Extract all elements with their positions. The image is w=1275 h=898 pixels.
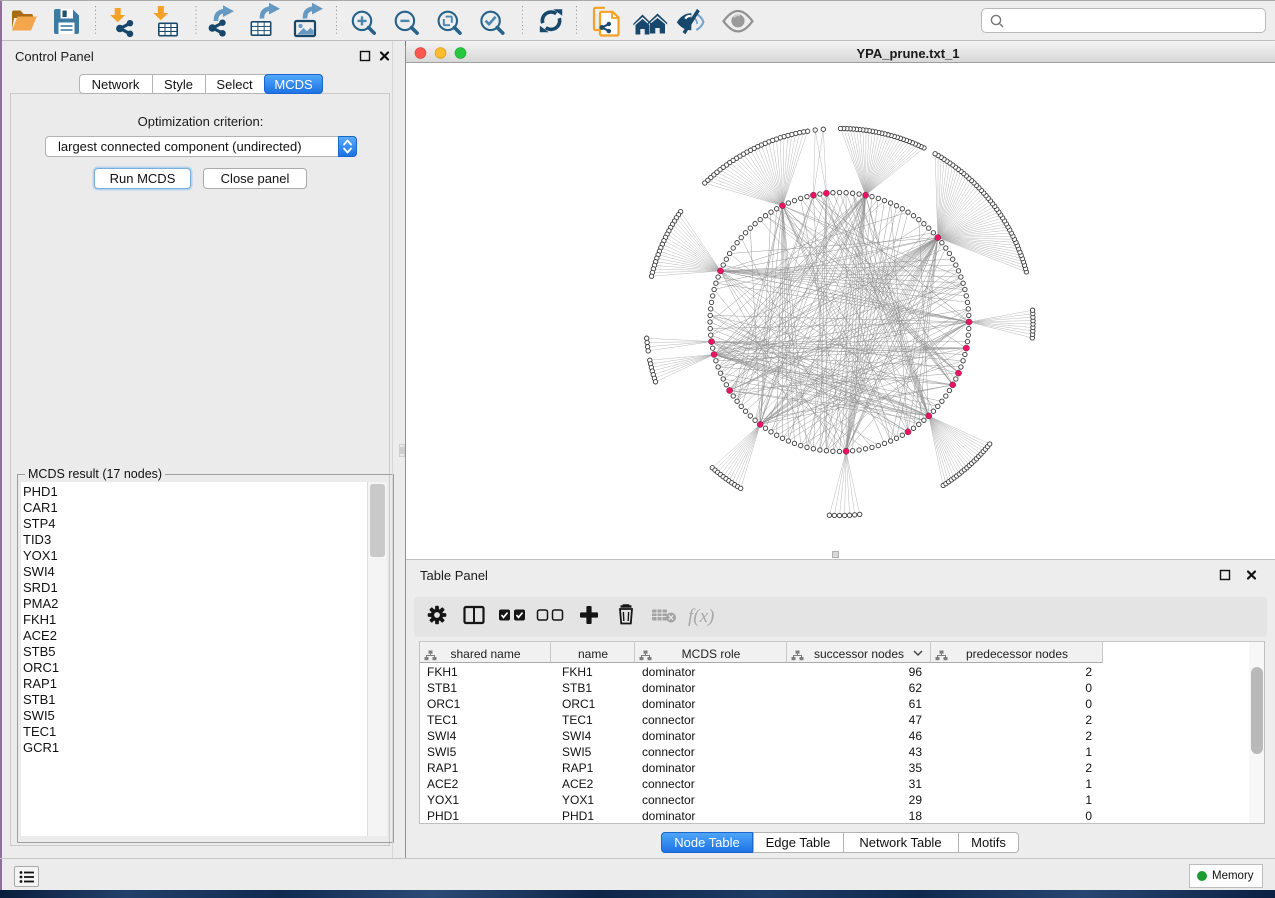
svg-text:f(x): f(x): [688, 606, 714, 627]
